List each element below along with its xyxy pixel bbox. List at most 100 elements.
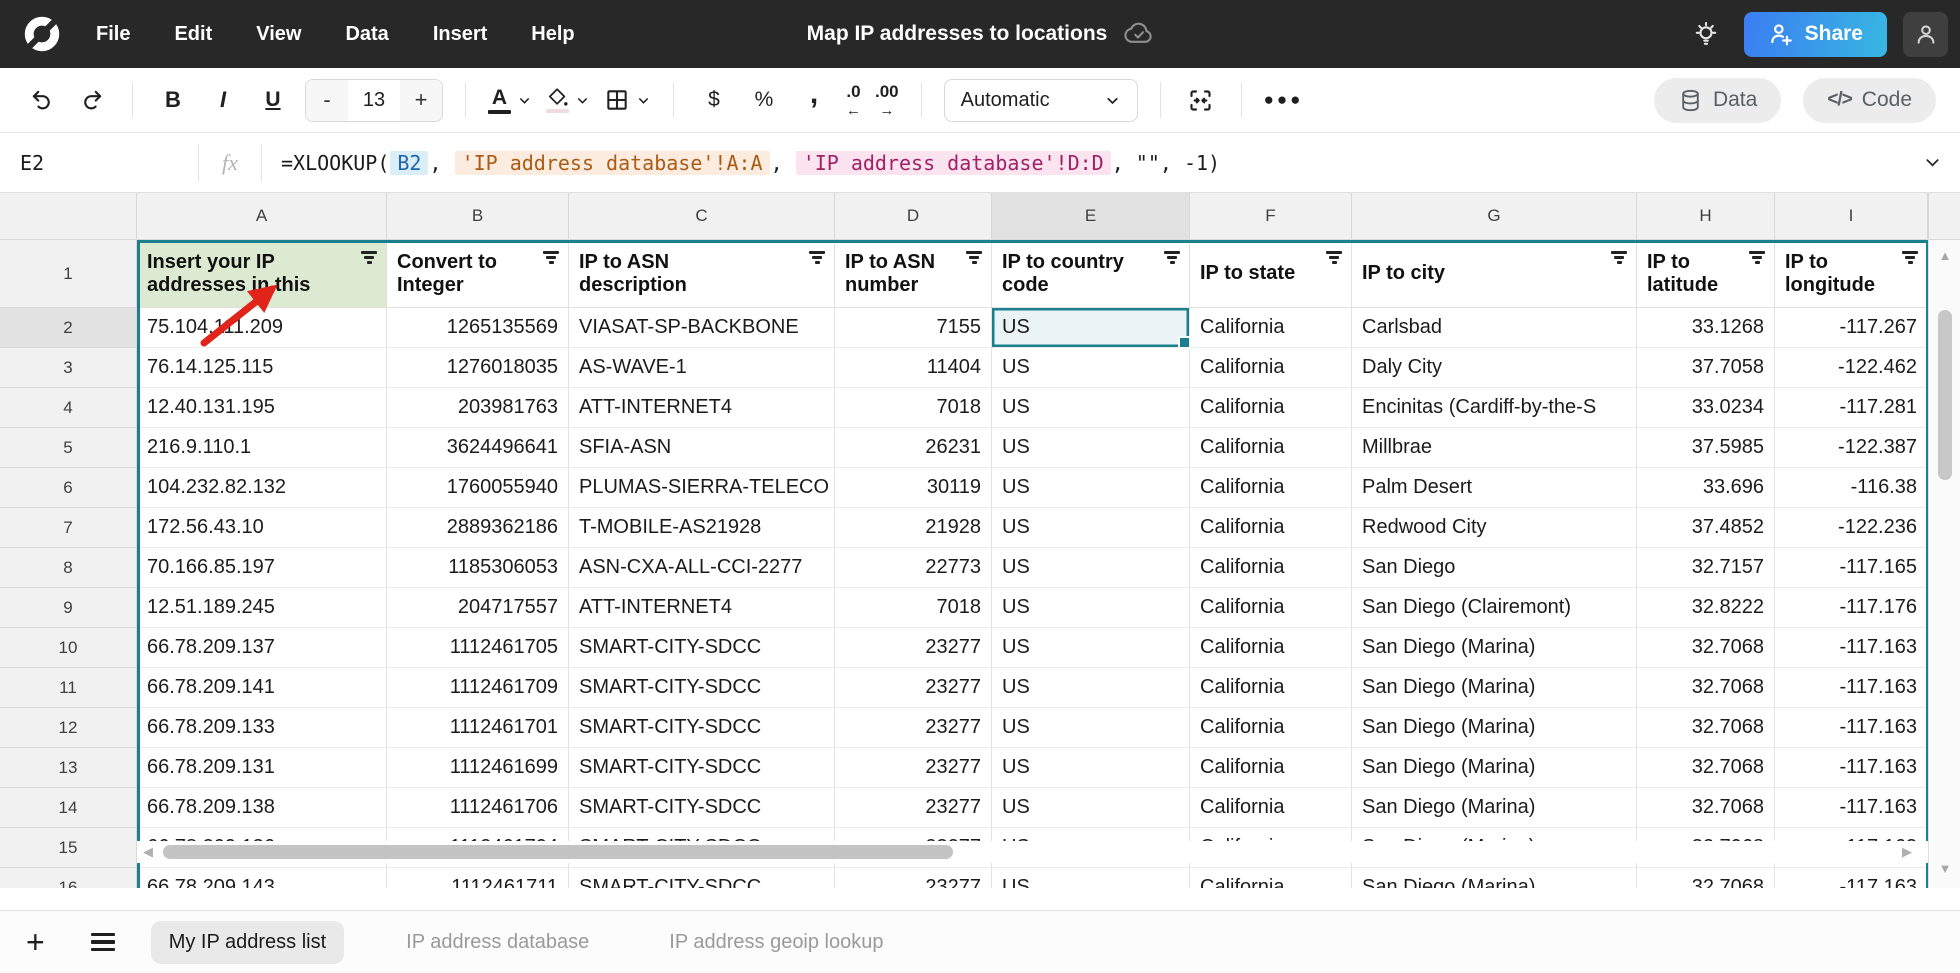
cell-I6[interactable]: -116.38 <box>1775 468 1928 508</box>
code-panel-button[interactable]: </> Code <box>1803 78 1936 123</box>
cell-I14[interactable]: -117.163 <box>1775 788 1928 828</box>
share-button[interactable]: Share <box>1744 12 1887 57</box>
font-size-decrease-button[interactable]: - <box>306 80 348 121</box>
cell-C6[interactable]: PLUMAS-SIERRA-TELECO <box>569 468 835 508</box>
row-number-14[interactable]: 14 <box>0 788 137 828</box>
row-number-9[interactable]: 9 <box>0 588 137 628</box>
cell-C12[interactable]: SMART-CITY-SDCC <box>569 708 835 748</box>
currency-format-button[interactable]: $ <box>696 80 732 120</box>
italic-button[interactable]: I <box>205 80 241 120</box>
header-cell-B1[interactable]: Convert to Integer <box>387 240 569 308</box>
cell-H4[interactable]: 33.0234 <box>1637 388 1775 428</box>
cell-G16[interactable]: San Diego (Marina) <box>1352 868 1637 888</box>
cell-H16[interactable]: 32.7068 <box>1637 868 1775 888</box>
sheet-list-icon[interactable] <box>91 933 115 952</box>
percent-format-button[interactable]: % <box>746 80 782 120</box>
cell-C16[interactable]: SMART-CITY-SDCC <box>569 868 835 888</box>
comma-format-button[interactable]: , <box>796 80 832 120</box>
cell-D16[interactable]: 23277 <box>835 868 992 888</box>
cell-C9[interactable]: ATT-INTERNET4 <box>569 588 835 628</box>
borders-button[interactable] <box>604 87 651 113</box>
cell-C2[interactable]: VIASAT-SP-BACKBONE <box>569 308 835 348</box>
cell-E4[interactable]: US <box>992 388 1190 428</box>
increase-decimal-button[interactable]: .00 → <box>875 83 899 118</box>
cell-G12[interactable]: San Diego (Marina) <box>1352 708 1637 748</box>
underline-button[interactable]: U <box>255 80 291 120</box>
filter-icon[interactable] <box>1902 251 1918 264</box>
row-number-15[interactable]: 15 <box>0 828 137 868</box>
cell-A8[interactable]: 70.166.85.197 <box>137 548 387 588</box>
cell-I5[interactable]: -122.387 <box>1775 428 1928 468</box>
cell-F16[interactable]: California <box>1190 868 1352 888</box>
sheet-tab[interactable]: IP address geoip lookup <box>651 921 901 964</box>
cell-G4[interactable]: Encinitas (Cardiff-by-the-S <box>1352 388 1637 428</box>
scroll-down-arrow[interactable]: ▼ <box>1929 861 1960 876</box>
cell-E6[interactable]: US <box>992 468 1190 508</box>
column-header-A[interactable]: A <box>137 193 387 239</box>
cell-C8[interactable]: ASN-CXA-ALL-CCI-2277 <box>569 548 835 588</box>
filter-icon[interactable] <box>1611 251 1627 264</box>
cell-G11[interactable]: San Diego (Marina) <box>1352 668 1637 708</box>
cell-B6[interactable]: 1760055940 <box>387 468 569 508</box>
row-number-10[interactable]: 10 <box>0 628 137 668</box>
filter-icon[interactable] <box>1326 251 1342 264</box>
font-size-value[interactable]: 13 <box>348 80 400 121</box>
header-cell-I1[interactable]: IP to longitude <box>1775 240 1928 308</box>
filter-icon[interactable] <box>809 251 825 264</box>
cell-F2[interactable]: California <box>1190 308 1352 348</box>
cell-H9[interactable]: 32.8222 <box>1637 588 1775 628</box>
cell-E5[interactable]: US <box>992 428 1190 468</box>
redo-button[interactable] <box>74 80 110 120</box>
cell-F5[interactable]: California <box>1190 428 1352 468</box>
more-options-button[interactable]: ●●● <box>1264 80 1304 120</box>
row-number-11[interactable]: 11 <box>0 668 137 708</box>
cell-D6[interactable]: 30119 <box>835 468 992 508</box>
cell-E12[interactable]: US <box>992 708 1190 748</box>
number-format-select[interactable]: Automatic <box>944 79 1138 122</box>
cell-B7[interactable]: 2889362186 <box>387 508 569 548</box>
cell-G3[interactable]: Daly City <box>1352 348 1637 388</box>
cell-G8[interactable]: San Diego <box>1352 548 1637 588</box>
cell-E3[interactable]: US <box>992 348 1190 388</box>
horizontal-scroll-thumb[interactable] <box>163 845 953 859</box>
menu-edit[interactable]: Edit <box>174 23 212 46</box>
cell-B3[interactable]: 1276018035 <box>387 348 569 388</box>
cell-H12[interactable]: 32.7068 <box>1637 708 1775 748</box>
row-number-7[interactable]: 7 <box>0 508 137 548</box>
cell-B16[interactable]: 1112461711 <box>387 868 569 888</box>
cell-F8[interactable]: California <box>1190 548 1352 588</box>
cell-F10[interactable]: California <box>1190 628 1352 668</box>
cell-G5[interactable]: Millbrae <box>1352 428 1637 468</box>
lightbulb-icon[interactable] <box>1684 12 1728 56</box>
cell-I13[interactable]: -117.163 <box>1775 748 1928 788</box>
filter-icon[interactable] <box>1164 251 1180 264</box>
cell-D13[interactable]: 23277 <box>835 748 992 788</box>
cell-C4[interactable]: ATT-INTERNET4 <box>569 388 835 428</box>
cell-A2[interactable]: 75.104.111.209 <box>137 308 387 348</box>
header-cell-A1[interactable]: Insert your IP addresses in this <box>137 240 387 308</box>
cell-B10[interactable]: 1112461705 <box>387 628 569 668</box>
row-number-13[interactable]: 13 <box>0 748 137 788</box>
header-cell-C1[interactable]: IP to ASN description <box>569 240 835 308</box>
cell-F9[interactable]: California <box>1190 588 1352 628</box>
cell-F12[interactable]: California <box>1190 708 1352 748</box>
cell-A5[interactable]: 216.9.110.1 <box>137 428 387 468</box>
cell-D8[interactable]: 22773 <box>835 548 992 588</box>
cell-F6[interactable]: California <box>1190 468 1352 508</box>
formula-input[interactable]: =XLOOKUP(B2, 'IP address database'!A:A, … <box>262 151 1904 175</box>
row-number-8[interactable]: 8 <box>0 548 137 588</box>
cell-E16[interactable]: US <box>992 868 1190 888</box>
cell-I10[interactable]: -117.163 <box>1775 628 1928 668</box>
header-cell-D1[interactable]: IP to ASN number <box>835 240 992 308</box>
data-panel-button[interactable]: Data <box>1654 78 1781 123</box>
cell-B2[interactable]: 1265135569 <box>387 308 569 348</box>
menu-help[interactable]: Help <box>531 23 574 46</box>
cell-F14[interactable]: California <box>1190 788 1352 828</box>
column-header-E[interactable]: E <box>992 193 1190 239</box>
rows-logo-icon[interactable] <box>22 14 62 54</box>
cell-G13[interactable]: San Diego (Marina) <box>1352 748 1637 788</box>
cell-H13[interactable]: 32.7068 <box>1637 748 1775 788</box>
filter-icon[interactable] <box>543 251 559 264</box>
sheet-tab[interactable]: IP address database <box>388 921 607 964</box>
cell-E9[interactable]: US <box>992 588 1190 628</box>
